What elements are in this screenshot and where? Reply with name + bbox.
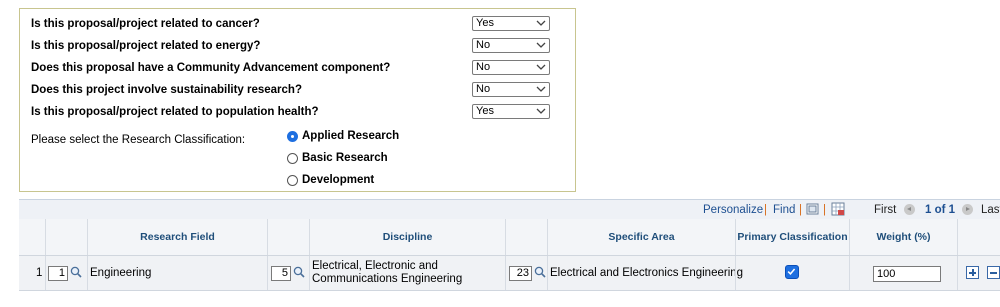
discipline-value-line2: Communications Engineering xyxy=(312,273,463,285)
question-row-sustainability: Does this project involve sustainability… xyxy=(31,82,571,100)
table-row: 1 1 Engineering 5 Electrical, Electronic… xyxy=(19,256,1000,291)
view-all-icon[interactable] xyxy=(806,202,820,216)
row-number: 1 xyxy=(36,267,43,279)
lookup-icon[interactable] xyxy=(70,266,82,278)
field-code-input[interactable]: 1 xyxy=(48,266,68,281)
chevron-down-icon xyxy=(536,64,546,70)
header-research-field: Research Field xyxy=(87,219,267,255)
lookup-icon[interactable] xyxy=(534,266,546,278)
select-value: No xyxy=(476,61,491,73)
discipline-value-line1: Electrical, Electronic and xyxy=(312,260,438,272)
question-label: Is this proposal/project related to popu… xyxy=(31,106,319,118)
header-primary: Primary Classification xyxy=(735,219,849,255)
question-row-cancer: Is this proposal/project related to canc… xyxy=(31,16,571,34)
header-row-number xyxy=(19,219,45,255)
primary-classification-header: Primary Classification xyxy=(737,231,848,243)
question-row-community: Does this proposal have a Community Adva… xyxy=(31,60,571,78)
toolbar-separator: | xyxy=(799,204,802,216)
radio-indicator[interactable] xyxy=(287,131,298,142)
next-row-icon[interactable] xyxy=(962,204,973,215)
area-code-cell: 23 xyxy=(505,256,547,290)
question-row-population: Is this proposal/project related to popu… xyxy=(31,104,571,122)
header-discipline: Discipline xyxy=(309,219,505,255)
radio-indicator[interactable] xyxy=(287,175,298,186)
lookup-icon[interactable] xyxy=(293,266,305,278)
toolbar-separator: | xyxy=(764,204,767,216)
delete-row-button[interactable] xyxy=(987,266,1000,279)
radio-indicator[interactable] xyxy=(287,153,298,164)
chevron-down-icon xyxy=(536,42,546,48)
specific-area-header: Specific Area xyxy=(608,231,675,243)
personalize-link[interactable]: Personalize xyxy=(703,204,763,216)
area-code-input[interactable]: 23 xyxy=(509,266,532,281)
discipline-cell: Electrical, Electronic and Communication… xyxy=(309,256,505,290)
header-actions xyxy=(957,219,1000,255)
question-label: Is this proposal/project related to canc… xyxy=(31,18,260,30)
grid-header: Research Field Discipline Specific Area … xyxy=(19,219,1000,256)
primary-cell xyxy=(735,256,849,290)
discipline-header: Discipline xyxy=(382,231,433,243)
radio-label: Applied Research xyxy=(302,130,400,142)
chevron-down-icon xyxy=(536,108,546,114)
grid-toolbar: Personalize | Find | | First 1 of 1 Last xyxy=(19,199,1000,220)
community-select[interactable]: No xyxy=(472,60,550,75)
select-value: Yes xyxy=(476,17,494,29)
header-field-code xyxy=(45,219,87,255)
row-range: 1 of 1 xyxy=(925,204,956,216)
toolbar-separator: | xyxy=(823,204,826,216)
row-number-cell: 1 xyxy=(19,256,45,290)
weight-input[interactable]: 100 xyxy=(873,266,941,282)
discipline-code-cell: 5 xyxy=(267,256,309,290)
select-value: Yes xyxy=(476,105,494,117)
question-label: Is this proposal/project related to ener… xyxy=(31,40,261,52)
research-field-value: Engineering xyxy=(90,267,152,279)
find-link[interactable]: Find xyxy=(773,204,795,216)
select-value: No xyxy=(476,83,491,95)
header-area-code xyxy=(505,219,547,255)
header-weight: Weight (%) xyxy=(849,219,957,255)
first-label: First xyxy=(874,204,897,216)
checkmark-icon xyxy=(787,268,796,276)
last-label: Last xyxy=(981,204,1000,216)
header-discipline-code xyxy=(267,219,309,255)
questions-panel: Is this proposal/project related to canc… xyxy=(19,8,576,192)
sustainability-select[interactable]: No xyxy=(472,82,550,97)
specific-area-cell: Electrical and Electronics Engineering xyxy=(547,256,743,290)
header-specific-area: Specific Area xyxy=(547,219,735,255)
radio-label: Development xyxy=(302,174,375,186)
add-row-button[interactable] xyxy=(966,266,979,279)
prev-row-icon[interactable] xyxy=(904,204,915,215)
discipline-code-input[interactable]: 5 xyxy=(271,266,291,281)
radio-development[interactable]: Development xyxy=(287,174,507,190)
question-label: Does this proposal have a Community Adva… xyxy=(31,62,391,74)
select-value: No xyxy=(476,39,491,51)
question-row-energy: Is this proposal/project related to ener… xyxy=(31,38,571,56)
radio-applied-research[interactable]: Applied Research xyxy=(287,130,507,146)
row-actions-cell xyxy=(957,256,1000,290)
energy-select[interactable]: No xyxy=(472,38,550,53)
radio-label: Basic Research xyxy=(302,152,388,164)
chevron-down-icon xyxy=(536,20,546,26)
weight-cell: 100 xyxy=(849,256,957,290)
download-spreadsheet-icon[interactable] xyxy=(831,202,845,216)
question-label: Does this project involve sustainability… xyxy=(31,84,302,96)
primary-classification-checkbox[interactable] xyxy=(785,265,799,279)
weight-header: Weight (%) xyxy=(876,231,931,243)
field-code-cell: 1 xyxy=(45,256,87,290)
research-field-header: Research Field xyxy=(140,231,215,243)
cancer-select[interactable]: Yes xyxy=(472,16,550,31)
specific-area-value: Electrical and Electronics Engineering xyxy=(550,267,744,279)
population-select[interactable]: Yes xyxy=(472,104,550,119)
classification-prompt: Please select the Research Classificatio… xyxy=(31,134,246,146)
research-field-cell: Engineering xyxy=(87,256,267,290)
chevron-down-icon xyxy=(536,86,546,92)
radio-basic-research[interactable]: Basic Research xyxy=(287,152,507,168)
